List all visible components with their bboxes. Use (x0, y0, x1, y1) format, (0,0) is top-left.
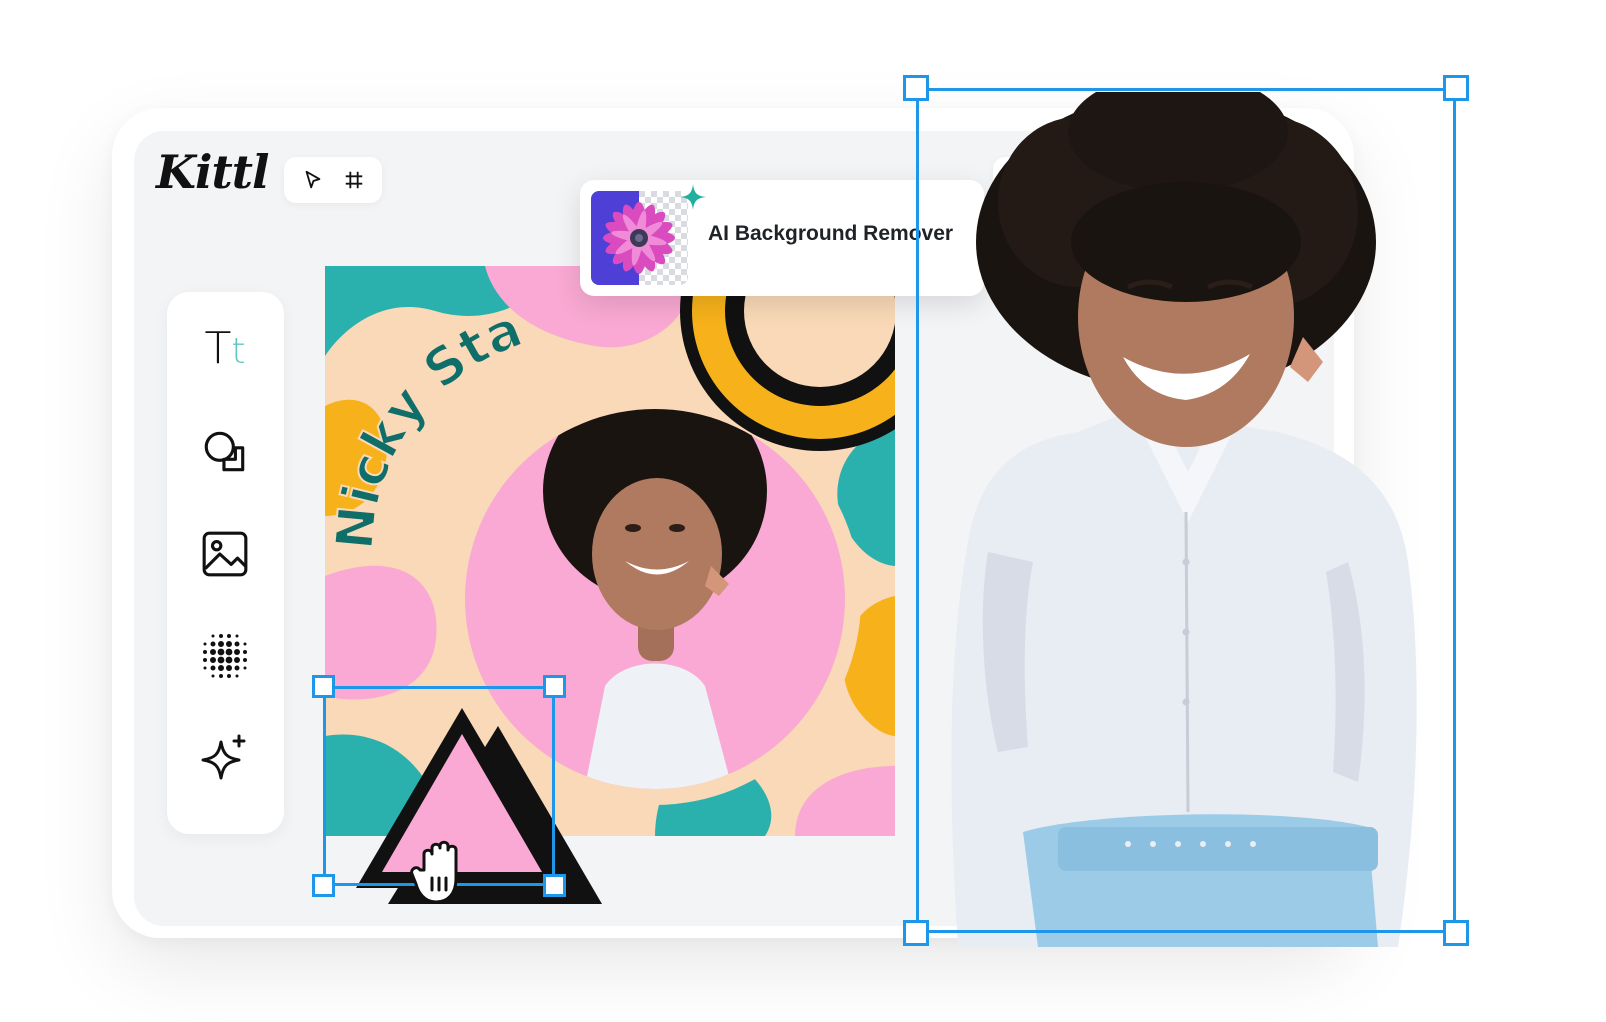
photo-selection-box (916, 88, 1456, 933)
frame-tool-button[interactable] (339, 165, 369, 195)
photo-handle-bottom-left[interactable] (903, 920, 929, 946)
resize-handle-bottom-left[interactable] (312, 874, 335, 897)
sidebar-item-text[interactable]: Tt (195, 320, 255, 380)
resize-handle-top-left[interactable] (312, 675, 335, 698)
image-icon (202, 531, 248, 577)
grab-hand-cursor-icon (410, 840, 458, 904)
photo-handle-top-right[interactable] (1443, 75, 1469, 101)
photo-handle-bottom-right[interactable] (1443, 920, 1469, 946)
text-icon-glyph-accent: t (231, 330, 246, 372)
shapes-icon (204, 431, 245, 472)
select-tool-button[interactable] (298, 165, 328, 195)
frame-hash-icon (345, 171, 362, 189)
kittl-logo: Kittl (156, 145, 269, 199)
ai-sparkle-icon (201, 734, 246, 780)
halftone-icon (203, 634, 247, 678)
flower-preview-image (591, 191, 688, 285)
sparkle-badge-icon (680, 184, 706, 210)
resize-handle-top-right[interactable] (543, 675, 566, 698)
sidebar-item-images[interactable] (195, 524, 255, 584)
text-tool-icon: Tt (204, 326, 246, 374)
tool-sidebar: Tt (167, 292, 284, 834)
flower-thumbnail (591, 191, 688, 285)
text-icon-glyph-main: T (204, 322, 232, 374)
sidebar-item-ai[interactable] (195, 728, 255, 788)
cursor-arrow-icon (305, 170, 320, 189)
photo-handle-top-left[interactable] (903, 75, 929, 101)
sidebar-item-shapes[interactable] (195, 422, 255, 482)
resize-handle-bottom-right[interactable] (543, 874, 566, 897)
sidebar-item-halftone[interactable] (195, 626, 255, 686)
tool-switcher (284, 157, 382, 203)
